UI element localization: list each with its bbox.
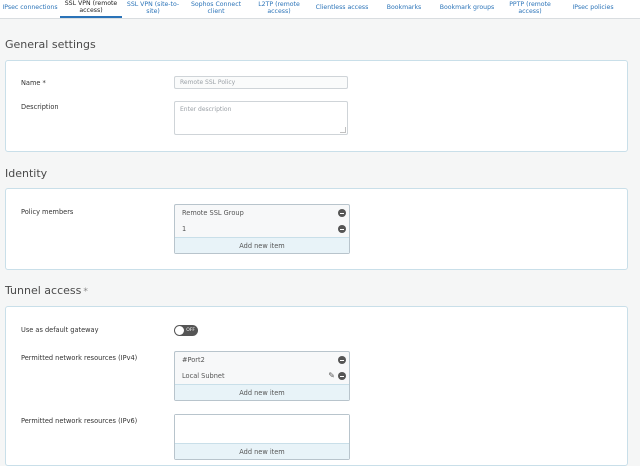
add-new-item-button[interactable]: Add new item xyxy=(175,443,349,459)
general-settings-title: General settings xyxy=(5,38,96,51)
tab-ipsec-policies[interactable]: IPsec policies xyxy=(560,0,626,17)
tab-clientless-access[interactable]: Clientless access xyxy=(310,0,374,17)
required-marker: * xyxy=(83,287,88,297)
add-new-item-button[interactable]: Add new item xyxy=(175,237,349,253)
pencil-icon[interactable]: ✎ xyxy=(328,371,335,381)
tab-l2tp-remote-access[interactable]: L2TP (remote access) xyxy=(250,0,308,17)
default-gateway-toggle[interactable]: OFF xyxy=(174,325,198,336)
tab-bar: IPsec connections SSL VPN (remote access… xyxy=(0,0,640,19)
add-new-item-button[interactable]: Add new item xyxy=(175,384,349,400)
identity-title: Identity xyxy=(5,167,48,180)
list-item: #Port2 xyxy=(175,352,349,368)
list-item-label: Local Subnet xyxy=(182,372,225,380)
ipv4-resources-label: Permitted network resources (IPv4) xyxy=(21,354,138,362)
name-input[interactable]: Remote SSL Policy xyxy=(174,76,348,89)
policy-members-list: Remote SSL Group 1 Add new item xyxy=(174,204,350,254)
list-item-label: Remote SSL Group xyxy=(182,209,244,217)
list-item: 1 xyxy=(175,221,349,237)
toggle-state-text: OFF xyxy=(186,327,195,333)
remove-icon[interactable] xyxy=(338,209,346,217)
ipv4-resources-list: #Port2 Local Subnet ✎ Add new item xyxy=(174,351,350,401)
remove-icon[interactable] xyxy=(338,225,346,233)
list-item-label: 1 xyxy=(182,225,187,233)
description-label: Description xyxy=(21,103,59,111)
tab-ssl-vpn-site-to-site[interactable]: SSL VPN (site-to-site) xyxy=(123,0,183,17)
ipv6-resources-list: Add new item xyxy=(174,414,350,460)
description-textarea[interactable]: Enter description xyxy=(174,101,348,135)
ipv6-resources-label: Permitted network resources (IPv6) xyxy=(21,417,138,425)
tab-ipsec-connections[interactable]: IPsec connections xyxy=(0,0,60,17)
remove-icon[interactable] xyxy=(338,372,346,380)
tab-bookmarks[interactable]: Bookmarks xyxy=(376,0,432,17)
tab-sophos-connect-client[interactable]: Sophos Connect client xyxy=(184,0,248,17)
description-placeholder: Enter description xyxy=(180,106,232,113)
remove-icon[interactable] xyxy=(338,356,346,364)
toggle-knob xyxy=(175,326,184,335)
name-label: Name * xyxy=(21,79,46,87)
list-item: Local Subnet ✎ xyxy=(175,368,349,384)
tunnel-access-title: Tunnel access * xyxy=(5,284,88,297)
list-item: Remote SSL Group xyxy=(175,205,349,221)
tab-ssl-vpn-remote-access[interactable]: SSL VPN (remote access) xyxy=(60,0,122,18)
resize-grip-icon[interactable] xyxy=(340,127,346,133)
tab-pptp-remote-access[interactable]: PPTP (remote access) xyxy=(502,0,558,17)
policy-members-label: Policy members xyxy=(21,208,74,216)
list-item-label: #Port2 xyxy=(182,356,205,364)
tunnel-access-title-text: Tunnel access xyxy=(5,284,82,297)
empty-list-area xyxy=(175,415,349,443)
tab-bookmark-groups[interactable]: Bookmark groups xyxy=(434,0,500,17)
default-gateway-label: Use as default gateway xyxy=(21,326,99,334)
